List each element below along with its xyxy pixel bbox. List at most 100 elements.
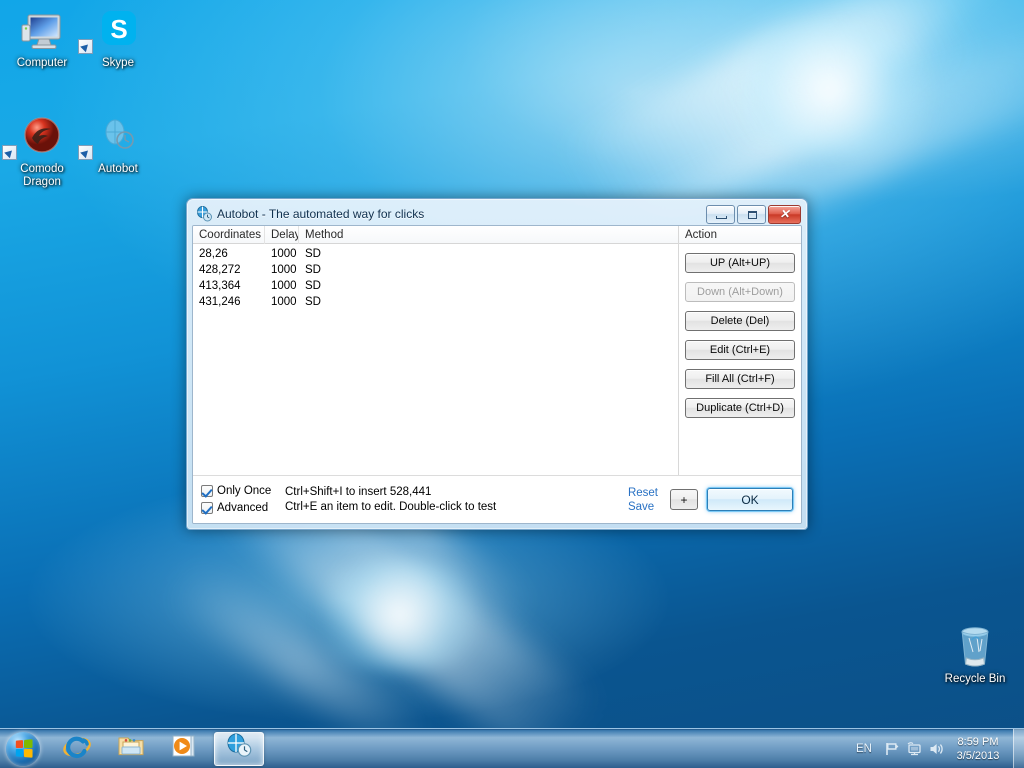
volume-icon[interactable] — [925, 732, 947, 766]
options-group: Only Once Advanced — [201, 485, 275, 514]
cell-method: SD — [305, 296, 321, 308]
clicks-list-rows[interactable]: 28,26 1000 SD 428,272 1000 SD 413,364 10… — [193, 244, 678, 475]
bottom-bar: Only Once Advanced Ctrl+Shift+I to inser… — [193, 475, 801, 523]
desktop-icon-label: Comodo Dragon — [20, 163, 64, 188]
advanced-label: Advanced — [217, 502, 269, 514]
desktop-icon-label: Computer — [16, 57, 68, 69]
close-button[interactable]: ✕ — [768, 204, 801, 224]
wallpaper-beam — [712, 0, 1018, 160]
recycle-bin-icon — [933, 622, 1017, 670]
reset-link[interactable]: Reset — [628, 487, 658, 499]
folder-icon — [117, 733, 145, 764]
comodo-dragon-icon — [0, 112, 84, 160]
checkbox-mark-icon — [201, 485, 213, 497]
only-once-label: Only Once — [217, 485, 272, 497]
add-button[interactable]: + — [670, 489, 698, 510]
cell-delay: 1000 — [271, 280, 297, 292]
fill-all-button[interactable]: Fill All (Ctrl+F) — [685, 369, 795, 389]
cell-coordinates: 28,26 — [199, 248, 228, 260]
links-group: Reset Save — [628, 487, 658, 513]
flag-icon[interactable] — [881, 732, 903, 766]
desktop-icon-recycle-bin[interactable]: Recycle Bin — [933, 622, 1017, 686]
desktop-icon-computer[interactable]: Computer — [0, 6, 84, 70]
hint-text-group: Ctrl+Shift+I to insert 528,441 Ctrl+E an… — [285, 486, 628, 513]
delete-button[interactable]: Delete (Del) — [685, 311, 795, 331]
window-title-bar[interactable]: Autobot - The automated way for clicks ✕ — [192, 203, 802, 225]
minimize-button[interactable] — [706, 204, 735, 224]
desktop-icon-skype[interactable]: S Skype — [76, 6, 160, 70]
desktop-icon-label: Recycle Bin — [944, 673, 1006, 685]
internet-explorer-icon — [63, 732, 91, 765]
media-player-icon — [171, 733, 199, 764]
desktop[interactable]: Computer S Skype Comodo Dragon Autobot R… — [0, 0, 1024, 768]
upper-panel: Coordinates Delay Method 28,26 1000 SD 4… — [193, 226, 801, 475]
column-header-coordinates[interactable]: Coordinates — [193, 226, 265, 244]
cell-delay: 1000 — [271, 248, 297, 260]
taskbar-button-media-player[interactable] — [160, 732, 210, 766]
desktop-icon-autobot[interactable]: Autobot — [76, 112, 160, 176]
cell-coordinates: 428,272 — [199, 264, 241, 276]
windows-logo-icon — [6, 731, 40, 766]
show-desktop-button[interactable] — [1013, 729, 1024, 768]
table-row[interactable]: 413,364 1000 SD — [193, 278, 678, 294]
hint-insert: Ctrl+Shift+I to insert 528,441 — [285, 486, 432, 498]
mouse-icon — [196, 205, 212, 222]
cell-coordinates: 413,364 — [199, 280, 241, 292]
list-header-row: Coordinates Delay Method — [193, 226, 678, 244]
advanced-checkbox[interactable]: Advanced — [201, 502, 275, 514]
only-once-checkbox[interactable]: Only Once — [201, 485, 275, 497]
shortcut-arrow-icon — [2, 145, 17, 160]
action-buttons: UP (Alt+UP) Down (Alt+Down) Delete (Del)… — [679, 244, 801, 418]
network-icon[interactable] — [903, 732, 925, 766]
cell-method: SD — [305, 248, 321, 260]
taskbar-button-internet-explorer[interactable] — [52, 732, 102, 766]
cell-delay: 1000 — [271, 264, 297, 276]
cell-method: SD — [305, 264, 321, 276]
taskbar-button-autobot[interactable] — [214, 731, 264, 766]
action-pane: Action UP (Alt+UP) Down (Alt+Down) Delet… — [679, 226, 801, 475]
table-row[interactable]: 428,272 1000 SD — [193, 262, 678, 278]
autobot-icon — [76, 112, 160, 160]
shortcut-arrow-icon — [78, 145, 93, 160]
desktop-icon-comodo-dragon[interactable]: Comodo Dragon — [0, 112, 84, 189]
maximize-button[interactable] — [737, 204, 766, 224]
column-header-action: Action — [679, 226, 801, 244]
clock-time: 8:59 PM — [957, 735, 999, 748]
svg-text:S: S — [110, 14, 127, 44]
wallpaper-glow — [300, 560, 500, 670]
start-button[interactable] — [2, 731, 48, 767]
computer-icon — [0, 6, 84, 54]
hint-edit: Ctrl+E an item to edit. Double-click to … — [285, 501, 497, 513]
table-row[interactable]: 431,246 1000 SD — [193, 294, 678, 310]
cell-delay: 1000 — [271, 296, 297, 308]
table-row[interactable]: 28,26 1000 SD — [193, 246, 678, 262]
ok-button[interactable]: OK — [707, 488, 793, 511]
clicks-list-pane[interactable]: Coordinates Delay Method 28,26 1000 SD 4… — [193, 226, 678, 475]
cell-method: SD — [305, 280, 321, 292]
edit-button[interactable]: Edit (Ctrl+E) — [685, 340, 795, 360]
taskbar-button-windows-explorer[interactable] — [106, 732, 156, 766]
system-tray: EN 8:59 PM 3/5/2013 — [847, 729, 1024, 768]
cell-coordinates: 431,246 — [199, 296, 241, 308]
duplicate-button[interactable]: Duplicate (Ctrl+D) — [685, 398, 795, 418]
window-title: Autobot - The automated way for clicks — [217, 207, 425, 221]
desktop-icon-label: Skype — [102, 57, 134, 69]
wallpaper-glow — [700, 25, 960, 155]
language-indicator[interactable]: EN — [847, 743, 881, 755]
autobot-taskbar-icon — [225, 733, 253, 764]
window-client-area: Coordinates Delay Method 28,26 1000 SD 4… — [192, 225, 802, 524]
clock[interactable]: 8:59 PM 3/5/2013 — [947, 735, 1009, 763]
move-down-button: Down (Alt+Down) — [685, 282, 795, 302]
desktop-icon-label: Autobot — [98, 163, 138, 175]
move-up-button[interactable]: UP (Alt+UP) — [685, 253, 795, 273]
column-header-method[interactable]: Method — [299, 226, 678, 244]
window-controls: ✕ — [706, 204, 802, 224]
shortcut-arrow-icon — [78, 39, 93, 54]
autobot-window[interactable]: Autobot - The automated way for clicks ✕… — [186, 198, 808, 530]
taskbar[interactable]: EN 8:59 PM 3/5/2013 — [0, 728, 1024, 768]
skype-icon: S — [76, 6, 160, 54]
clock-date: 3/5/2013 — [956, 749, 1000, 762]
save-link[interactable]: Save — [628, 501, 658, 513]
checkbox-mark-icon — [201, 502, 213, 514]
column-header-delay[interactable]: Delay — [265, 226, 299, 244]
